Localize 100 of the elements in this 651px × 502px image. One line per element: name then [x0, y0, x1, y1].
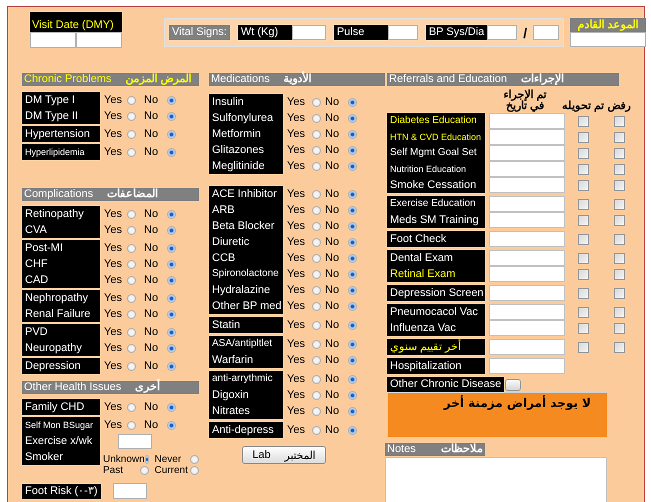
date-field[interactable] [30, 32, 76, 48]
radio-button[interactable] [348, 270, 357, 278]
radio-button[interactable] [127, 310, 136, 318]
radio-button[interactable] [312, 426, 321, 434]
radio-button[interactable] [312, 206, 321, 214]
checkbox[interactable] [614, 234, 624, 244]
radio-button[interactable] [127, 96, 136, 104]
radio-button[interactable] [312, 222, 321, 230]
date-field[interactable] [489, 129, 565, 145]
date-field[interactable] [570, 32, 646, 47]
radio-button[interactable] [348, 162, 357, 170]
radio-button[interactable] [167, 210, 176, 218]
radio-button[interactable] [127, 244, 136, 252]
radio-button[interactable] [348, 390, 357, 400]
radio-button[interactable] [348, 114, 357, 122]
radio-button[interactable] [312, 374, 321, 384]
radio-button[interactable] [127, 420, 136, 430]
radio-button[interactable] [348, 340, 357, 348]
radio-button[interactable] [127, 226, 136, 234]
checkbox[interactable] [614, 132, 624, 142]
radio-button[interactable] [127, 210, 136, 218]
radio-button[interactable] [190, 466, 198, 475]
radio-button[interactable] [127, 112, 136, 120]
radio-button[interactable] [127, 344, 136, 352]
radio-button[interactable] [312, 340, 321, 348]
checkbox[interactable] [614, 268, 624, 280]
radio-button[interactable] [127, 148, 136, 156]
input-field[interactable] [487, 25, 518, 40]
date-field[interactable] [489, 212, 565, 228]
radio-button[interactable] [348, 130, 357, 138]
radio-button[interactable] [167, 148, 176, 156]
radio-button[interactable] [167, 244, 176, 252]
date-field[interactable] [489, 231, 565, 247]
radio-button[interactable] [312, 390, 321, 400]
radio-button[interactable] [167, 310, 176, 318]
radio-button[interactable] [312, 190, 321, 198]
checkbox[interactable] [614, 306, 624, 318]
radio-button[interactable] [167, 362, 176, 370]
checkbox[interactable] [578, 252, 588, 264]
radio-button[interactable] [167, 226, 176, 234]
input-field[interactable] [112, 483, 146, 499]
date-field[interactable] [489, 320, 565, 336]
radio-button[interactable] [348, 238, 357, 246]
checkbox[interactable] [578, 148, 588, 158]
date-field[interactable] [489, 358, 565, 374]
radio-button[interactable] [348, 406, 357, 416]
radio-button[interactable] [312, 270, 321, 278]
checkbox[interactable] [614, 116, 624, 126]
radio-button[interactable] [144, 455, 149, 464]
date-field[interactable] [489, 113, 565, 129]
radio-button[interactable] [312, 302, 321, 310]
radio-button[interactable] [348, 374, 357, 384]
checkbox[interactable] [578, 306, 588, 318]
checkbox[interactable] [614, 214, 624, 226]
radio-button[interactable] [167, 112, 176, 120]
radio-button[interactable] [167, 260, 176, 268]
checkbox[interactable] [578, 268, 588, 280]
checkbox[interactable] [578, 132, 588, 142]
radio-button[interactable] [167, 276, 176, 284]
date-field[interactable] [76, 32, 122, 48]
radio-button[interactable] [348, 190, 357, 198]
date-field[interactable] [489, 161, 565, 177]
checkbox[interactable] [614, 180, 624, 190]
radio-button[interactable] [348, 206, 357, 214]
checkbox[interactable] [578, 342, 588, 352]
radio-button[interactable] [127, 130, 136, 138]
checkbox[interactable] [578, 116, 588, 126]
date-field[interactable] [489, 285, 565, 301]
date-field[interactable] [489, 266, 565, 282]
radio-button[interactable] [127, 260, 136, 268]
radio-button[interactable] [348, 356, 357, 364]
date-field[interactable] [489, 304, 565, 320]
checkbox[interactable] [578, 234, 588, 244]
radio-button[interactable] [312, 406, 321, 416]
other-disease-field[interactable]: لا يوجد أمراض مزمنة أخر [387, 392, 608, 438]
radio-button[interactable] [127, 362, 136, 370]
input-field[interactable] [533, 25, 560, 40]
radio-button[interactable] [127, 294, 136, 302]
radio-button[interactable] [190, 455, 198, 464]
radio-button[interactable] [312, 114, 321, 122]
radio-button[interactable] [348, 320, 357, 330]
date-field[interactable] [489, 250, 565, 266]
radio-button[interactable] [127, 328, 136, 336]
radio-button[interactable] [348, 254, 357, 262]
notes-field[interactable] [385, 457, 607, 502]
radio-button[interactable] [167, 344, 176, 352]
input-field[interactable] [388, 25, 418, 40]
radio-button[interactable] [312, 254, 321, 262]
number-field[interactable] [118, 434, 152, 448]
radio-button[interactable] [167, 402, 176, 412]
checkbox[interactable] [614, 148, 624, 158]
radio-button[interactable] [167, 96, 176, 104]
checkbox[interactable] [614, 198, 624, 210]
radio-button[interactable] [167, 420, 176, 430]
radio-button[interactable] [348, 302, 357, 310]
radio-button[interactable] [312, 320, 321, 330]
radio-button[interactable] [348, 222, 357, 230]
date-field[interactable] [489, 145, 565, 161]
radio-button[interactable] [167, 130, 176, 138]
checkbox[interactable] [614, 164, 624, 174]
